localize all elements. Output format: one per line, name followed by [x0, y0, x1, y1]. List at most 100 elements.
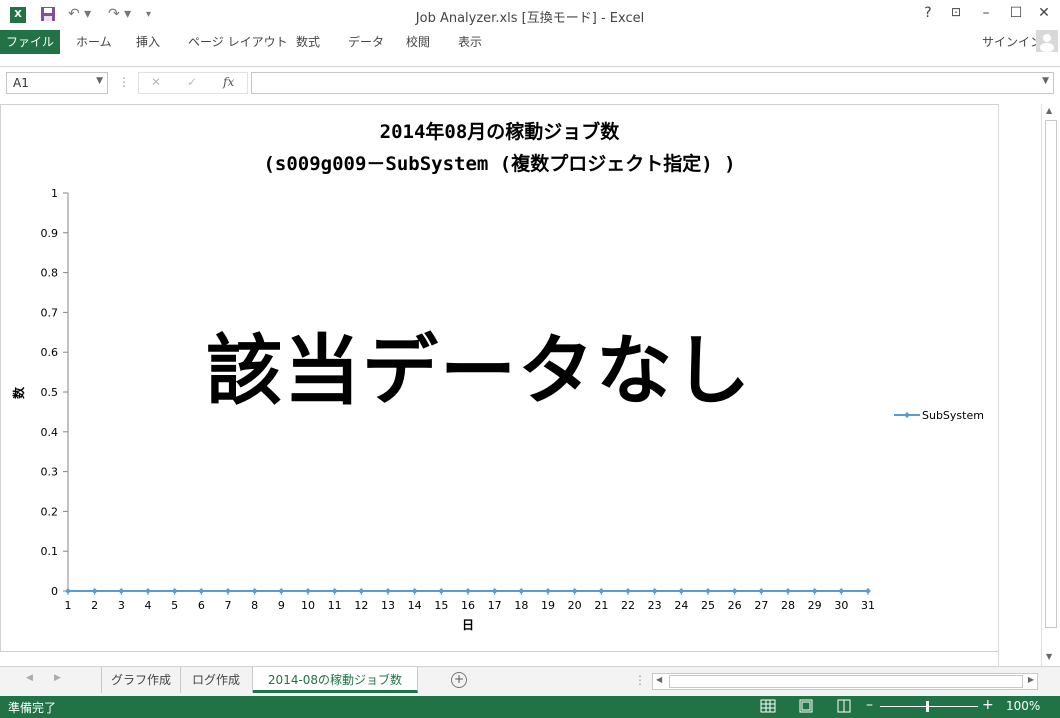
zoom-slider-thumb[interactable]: [926, 701, 929, 712]
sheet-prev-icon[interactable]: ◀: [26, 673, 33, 683]
avatar-icon[interactable]: [1036, 30, 1058, 52]
data-point: [678, 588, 685, 594]
tab-formulas[interactable]: 数式: [296, 30, 320, 54]
scroll-left-icon[interactable]: ◀: [656, 675, 662, 684]
x-tick-label: 30: [834, 599, 848, 612]
y-tick-label: 0.6: [41, 346, 59, 359]
y-tick-label: 0.3: [41, 466, 59, 479]
chart-area[interactable]: 2014年08月の稼動ジョブ数 (s009g009－SubSystem (複数プ…: [0, 104, 999, 652]
data-point: [518, 588, 525, 594]
x-tick-label: 19: [541, 599, 555, 612]
vertical-scrollbar[interactable]: ▲ ▼: [1041, 104, 1058, 666]
data-point: [171, 588, 178, 594]
zoom-slider[interactable]: [880, 706, 978, 707]
scroll-thumb[interactable]: [1045, 120, 1057, 628]
title-bar: X ↶ ▾ ↷ ▾ ▾ Job Analyzer.xls [互換モード] - E…: [0, 0, 1060, 30]
enter-icon[interactable]: ✓: [187, 75, 197, 89]
ribbon-divider: [0, 56, 1060, 67]
data-point: [865, 588, 871, 594]
tab-split-icon[interactable]: ⋮: [634, 673, 646, 687]
cancel-icon[interactable]: ✕: [151, 75, 161, 89]
legend-label: SubSystem: [922, 409, 984, 422]
data-point: [598, 588, 605, 594]
y-tick-label: 0.8: [41, 267, 59, 280]
horizontal-scrollbar[interactable]: ◀ ▶: [652, 673, 1038, 690]
x-tick-label: 10: [301, 599, 315, 612]
zoom-in-icon[interactable]: +: [982, 697, 994, 713]
x-tick-label: 9: [278, 599, 285, 612]
data-point: [705, 588, 711, 594]
scroll-up-icon[interactable]: ▲: [1046, 106, 1052, 115]
formula-bar-dots-icon: ⋮: [118, 75, 130, 89]
x-tick-label: 31: [861, 599, 875, 612]
hscroll-thumb[interactable]: [669, 675, 1023, 688]
minimize-button[interactable]: –: [972, 5, 1000, 21]
x-tick-label: 13: [381, 599, 395, 612]
sheet-next-icon[interactable]: ▶: [54, 673, 61, 683]
tab-review[interactable]: 校閲: [406, 30, 430, 54]
y-tick-label: 0.5: [41, 386, 59, 399]
tab-file[interactable]: ファイル: [0, 30, 60, 54]
x-axis-title: 日: [462, 618, 474, 632]
x-tick-label: 17: [488, 599, 502, 612]
no-data-message: 該当データなし: [206, 326, 752, 415]
x-tick-label: 15: [434, 599, 448, 612]
close-button[interactable]: ✕: [1030, 5, 1058, 21]
data-point: [91, 588, 98, 594]
data-point: [65, 588, 71, 594]
y-tick-label: 0.1: [41, 545, 59, 558]
x-tick-label: 12: [354, 599, 368, 612]
formula-input[interactable]: ▼: [251, 72, 1054, 94]
data-point: [785, 588, 791, 594]
insert-function-icon[interactable]: fx: [223, 75, 234, 89]
tab-view[interactable]: 表示: [458, 30, 482, 54]
y-tick-label: 0.4: [41, 426, 59, 439]
name-box[interactable]: A1 ▼: [6, 72, 108, 94]
expand-formula-icon[interactable]: ▼: [1042, 76, 1049, 86]
data-point: [491, 588, 498, 594]
window-title: Job Analyzer.xls [互換モード] - Excel: [415, 11, 645, 26]
signin-link[interactable]: サインイン: [982, 30, 1042, 54]
sheet-grid-gutter: [998, 104, 1041, 666]
x-tick-label: 20: [568, 599, 582, 612]
sheet-tab-graph[interactable]: グラフ作成: [101, 667, 181, 693]
data-point: [118, 588, 125, 594]
ribbon-display-icon[interactable]: ⊡: [942, 5, 970, 19]
x-tick-label: 16: [461, 599, 475, 612]
x-tick-label: 24: [674, 599, 688, 612]
sheet-tab-log[interactable]: ログ作成: [180, 667, 253, 693]
page-break-view-icon[interactable]: [836, 698, 852, 717]
maximize-button[interactable]: ☐: [1002, 5, 1030, 21]
data-point: [651, 588, 658, 594]
data-point: [411, 588, 418, 594]
x-tick-label: 22: [621, 599, 635, 612]
formula-tools: ✕ ✓ fx: [138, 72, 248, 94]
x-tick-label: 28: [781, 599, 795, 612]
data-point: [278, 588, 285, 594]
scroll-right-icon[interactable]: ▶: [1028, 675, 1034, 684]
data-point: [838, 588, 845, 594]
x-tick-label: 18: [514, 599, 528, 612]
zoom-level: 100%: [1006, 699, 1041, 713]
x-tick-label: 7: [225, 599, 232, 612]
chevron-down-icon[interactable]: ▼: [96, 76, 103, 86]
x-tick-label: 3: [118, 599, 125, 612]
zoom-out-icon[interactable]: –: [866, 697, 873, 713]
x-tick-label: 27: [754, 599, 768, 612]
tab-insert[interactable]: 挿入: [136, 30, 160, 54]
status-bar: 準備完了 – + 100%: [0, 696, 1060, 718]
data-point: [331, 588, 338, 594]
x-tick-label: 11: [328, 599, 342, 612]
sheet-tab-active[interactable]: 2014-08の稼動ジョブ数: [253, 667, 418, 693]
tab-data[interactable]: データ: [348, 30, 384, 54]
name-box-value: A1: [13, 76, 29, 90]
data-point: [625, 588, 631, 594]
tab-home[interactable]: ホーム: [76, 30, 112, 54]
add-sheet-icon[interactable]: +: [451, 672, 467, 688]
page-layout-view-icon[interactable]: [798, 698, 814, 717]
normal-view-icon[interactable]: [760, 698, 776, 717]
x-tick-label: 29: [808, 599, 822, 612]
help-button[interactable]: ?: [914, 5, 942, 21]
scroll-down-icon[interactable]: ▼: [1046, 652, 1052, 661]
tab-page-layout[interactable]: ページ レイアウト: [188, 30, 288, 54]
